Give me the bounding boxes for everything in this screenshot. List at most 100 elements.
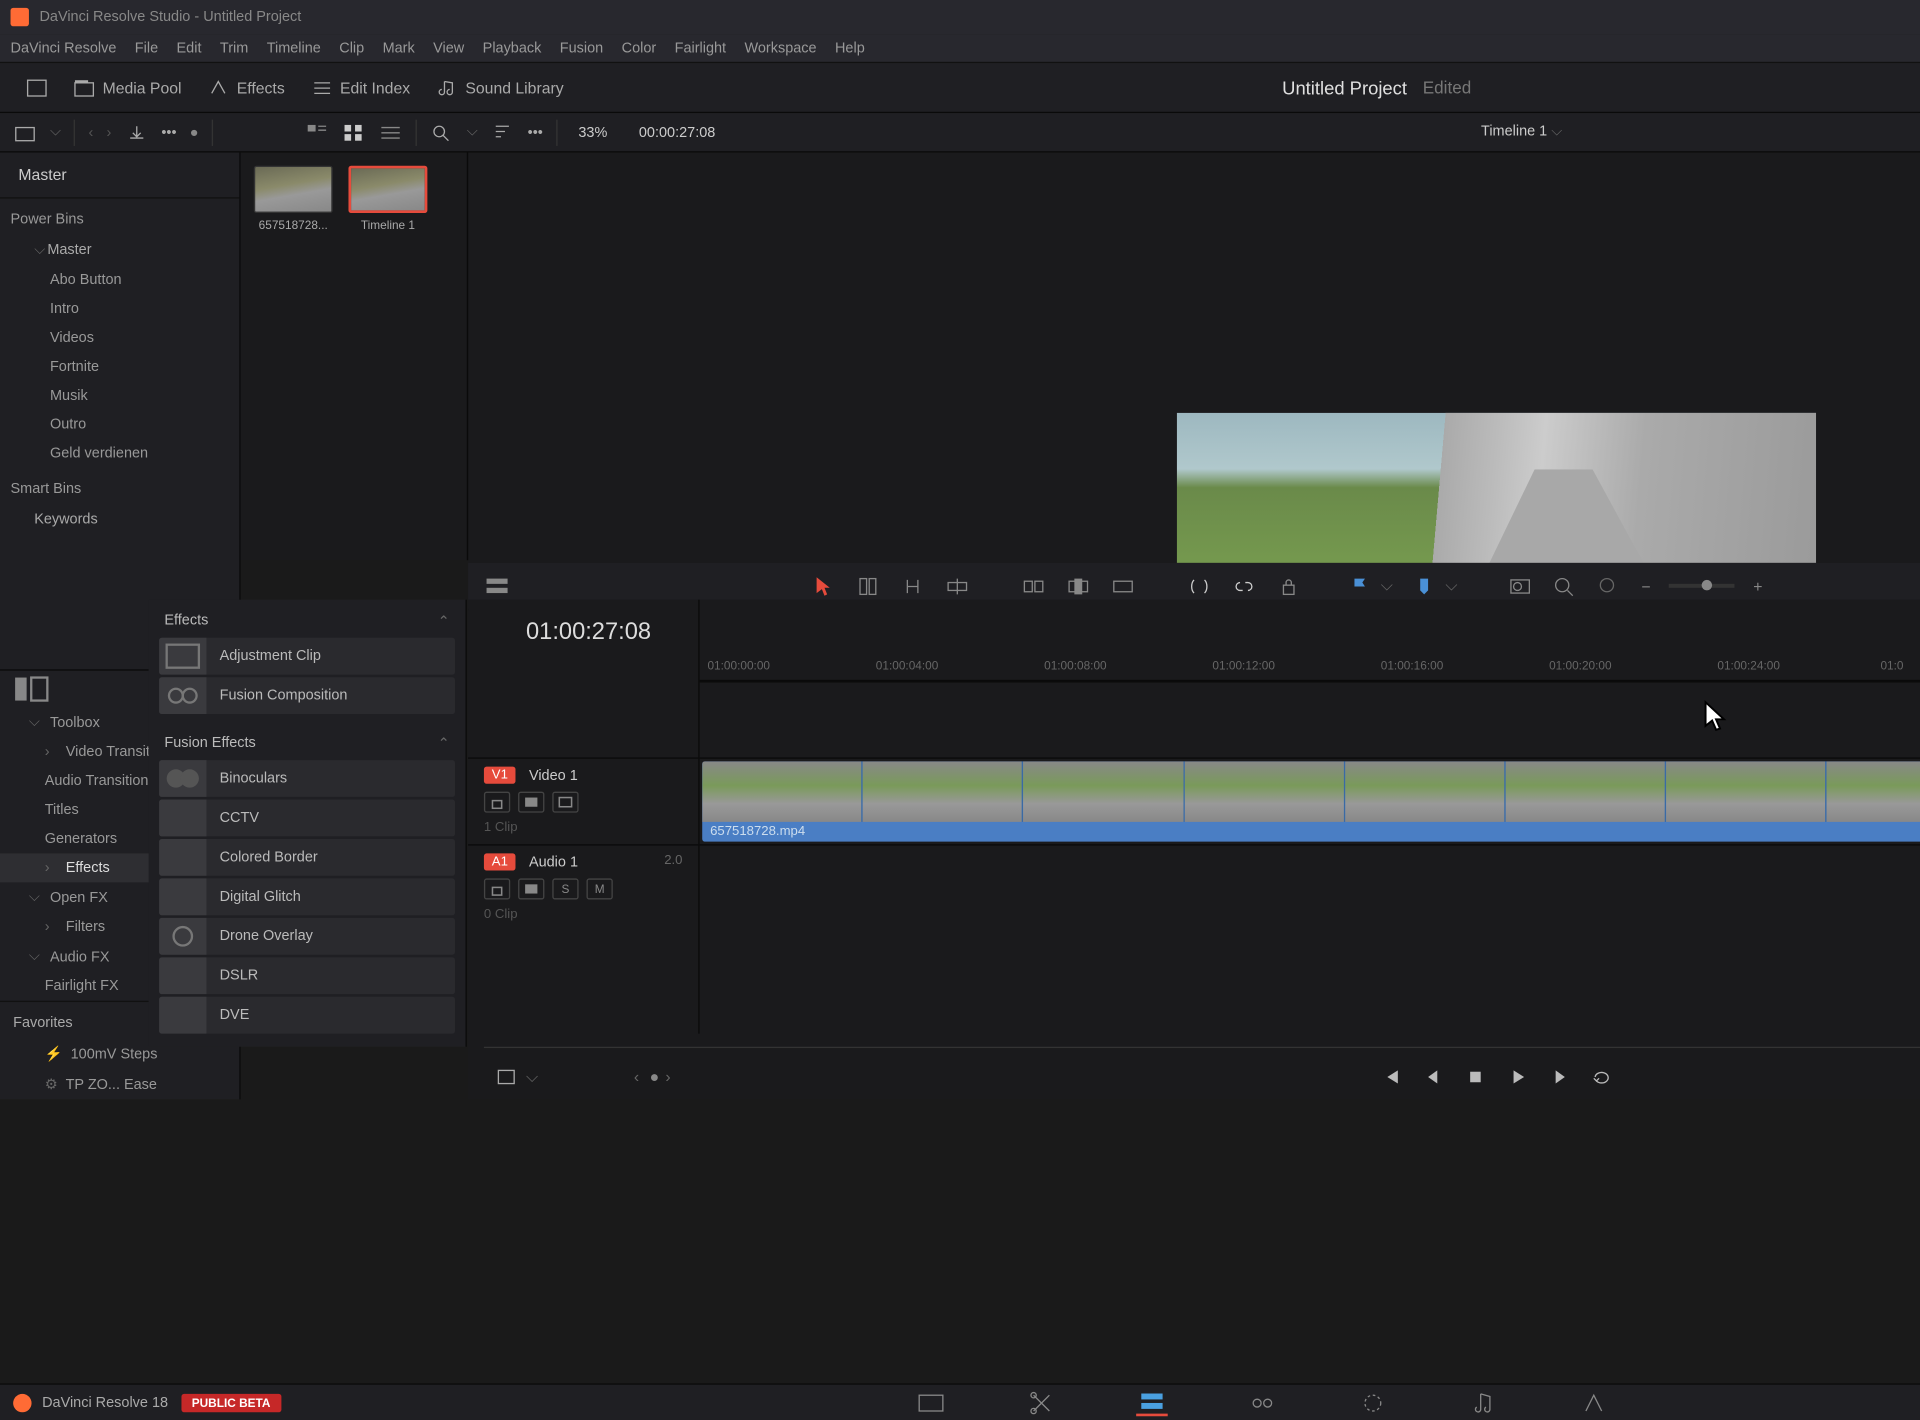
video-clip[interactable]: 657518728.mp4	[702, 761, 1920, 841]
auto-select-button[interactable]	[518, 792, 544, 813]
bin-item[interactable]: Geld verdienen	[0, 439, 239, 468]
effect-item[interactable]: DVE	[159, 997, 455, 1034]
bin-view-dropdown[interactable]	[13, 122, 37, 143]
more-icon[interactable]: •••	[528, 124, 543, 140]
prev-icon[interactable]: ‹	[634, 1068, 639, 1086]
chevron-down-icon[interactable]: ⌵	[526, 1067, 538, 1087]
effect-item[interactable]: Drone Overlay	[159, 918, 455, 955]
sound-library-button[interactable]: Sound Library	[423, 73, 576, 102]
collapse-icon[interactable]: ⌃	[438, 735, 450, 752]
bin-item[interactable]: Outro	[0, 410, 239, 439]
link-button[interactable]	[1231, 574, 1257, 598]
solo-button[interactable]: S	[552, 878, 578, 899]
zoom-to-fit-button[interactable]	[1507, 574, 1533, 598]
menu-playback[interactable]: Playback	[483, 40, 542, 56]
bin-item[interactable]: Musik	[0, 381, 239, 410]
lock-track-button[interactable]	[484, 792, 510, 813]
menu-edit[interactable]: Edit	[177, 40, 202, 56]
menu-mark[interactable]: Mark	[383, 40, 415, 56]
next-frame-button[interactable]	[1548, 1066, 1572, 1087]
effects-button[interactable]: Effects	[195, 73, 298, 102]
menu-fusion[interactable]: Fusion	[560, 40, 603, 56]
prev-frame-button[interactable]	[1422, 1066, 1446, 1087]
overwrite-clip-button[interactable]	[1065, 574, 1091, 598]
zoom-out-button[interactable]: −	[1641, 577, 1650, 595]
clip-thumb-timeline[interactable]: Timeline 1	[348, 166, 427, 232]
snap-button[interactable]	[1186, 574, 1212, 598]
bin-keywords[interactable]: Keywords	[0, 505, 239, 534]
effect-item[interactable]: DSLR	[159, 957, 455, 994]
fav-item[interactable]: ⚙TP ZO... Ease	[0, 1069, 239, 1099]
chevron-down-icon[interactable]: ⌵	[467, 124, 478, 141]
zoom-value[interactable]: 33%	[578, 124, 607, 140]
timeline-ruler[interactable]: 01:00:00:00 01:00:04:00 01:00:08:00 01:0…	[700, 655, 1920, 681]
nav-fwd[interactable]: ›	[107, 124, 112, 140]
menu-color[interactable]: Color	[622, 40, 657, 56]
effect-item[interactable]: Colored Border	[159, 839, 455, 876]
audio-track-header[interactable]: A1 Audio 1 2.0 S M 0 Clip	[468, 844, 698, 931]
replace-clip-button[interactable]	[1110, 574, 1136, 598]
crop-icon[interactable]	[494, 1066, 518, 1087]
next-icon[interactable]: ›	[665, 1068, 670, 1086]
marker-button[interactable]	[1411, 574, 1437, 598]
video-track-header[interactable]: V1 Video 1 1 Clip	[468, 757, 698, 844]
effect-item[interactable]: Adjustment Clip	[159, 638, 455, 675]
lock-track-button[interactable]	[484, 878, 510, 899]
trim-tool[interactable]	[855, 574, 881, 598]
detail-zoom-button[interactable]	[1552, 574, 1578, 598]
menu-fairlight[interactable]: Fairlight	[675, 40, 726, 56]
menu-file[interactable]: File	[135, 40, 158, 56]
media-pool-button[interactable]: Media Pool	[60, 73, 194, 102]
menu-view[interactable]: View	[433, 40, 464, 56]
chevron-down-icon[interactable]: ⌵	[1381, 576, 1393, 596]
play-button[interactable]	[1506, 1066, 1530, 1087]
zoom-slider[interactable]	[1669, 584, 1735, 588]
timeline-tracks[interactable]: 01:00:00:00 01:00:04:00 01:00:08:00 01:0…	[700, 600, 1920, 1034]
insert-clip-button[interactable]	[1020, 574, 1046, 598]
disable-video-button[interactable]	[552, 792, 578, 813]
lock-button[interactable]	[1276, 574, 1302, 598]
chevron-down-icon[interactable]: ⌵	[1445, 576, 1457, 596]
fullscreen-button[interactable]	[13, 73, 60, 102]
collapse-icon[interactable]: ⌃	[438, 613, 450, 630]
bin-item[interactable]: Videos	[0, 323, 239, 352]
stop-button[interactable]	[1464, 1066, 1488, 1087]
flag-button[interactable]	[1347, 574, 1373, 598]
smart-bins-header[interactable]: Smart Bins	[0, 468, 239, 505]
record-icon[interactable]: ●	[190, 124, 199, 140]
dots-icon[interactable]: •••	[161, 124, 176, 140]
menu-help[interactable]: Help	[835, 40, 865, 56]
bin-item[interactable]: Abo Button	[0, 266, 239, 295]
selection-tool[interactable]	[810, 574, 836, 598]
bin-item[interactable]: Fortnite	[0, 352, 239, 381]
chevron-down-icon[interactable]: ⌵	[50, 124, 61, 141]
loop-button[interactable]	[1590, 1066, 1614, 1087]
a1-badge[interactable]: A1	[484, 853, 516, 870]
import-icon[interactable]	[125, 122, 149, 143]
first-frame-button[interactable]	[1379, 1066, 1403, 1087]
panel-view-icon[interactable]	[11, 671, 52, 708]
master-bin[interactable]: Master	[0, 153, 239, 199]
timeline-name[interactable]: Timeline 1	[1481, 124, 1547, 140]
menu-clip[interactable]: Clip	[339, 40, 364, 56]
menu-timeline[interactable]: Timeline	[267, 40, 321, 56]
menu-trim[interactable]: Trim	[220, 40, 248, 56]
thumb-view-icon[interactable]	[342, 122, 366, 143]
v1-badge[interactable]: V1	[484, 767, 516, 784]
nav-back[interactable]: ‹	[89, 124, 94, 140]
search-icon[interactable]	[430, 122, 454, 143]
video-track-row[interactable]: 657518728.mp4	[700, 757, 1920, 844]
clip-thumb[interactable]: 657518728...	[254, 166, 333, 232]
effect-item[interactable]: Digital Glitch	[159, 878, 455, 915]
timeline-view-icon[interactable]	[484, 574, 510, 598]
power-bins-header[interactable]: Power Bins	[0, 199, 239, 236]
effect-item[interactable]: CCTV	[159, 800, 455, 837]
blade-tool[interactable]	[944, 574, 970, 598]
custom-zoom-button[interactable]	[1597, 574, 1623, 598]
metadata-view-icon[interactable]	[305, 122, 329, 143]
edit-index-button[interactable]: Edit Index	[298, 73, 423, 102]
bin-item[interactable]: Intro	[0, 295, 239, 324]
zoom-in-button[interactable]: +	[1753, 577, 1762, 595]
mute-button[interactable]: M	[586, 878, 612, 899]
bin-master[interactable]: ⌵Master	[0, 235, 239, 265]
